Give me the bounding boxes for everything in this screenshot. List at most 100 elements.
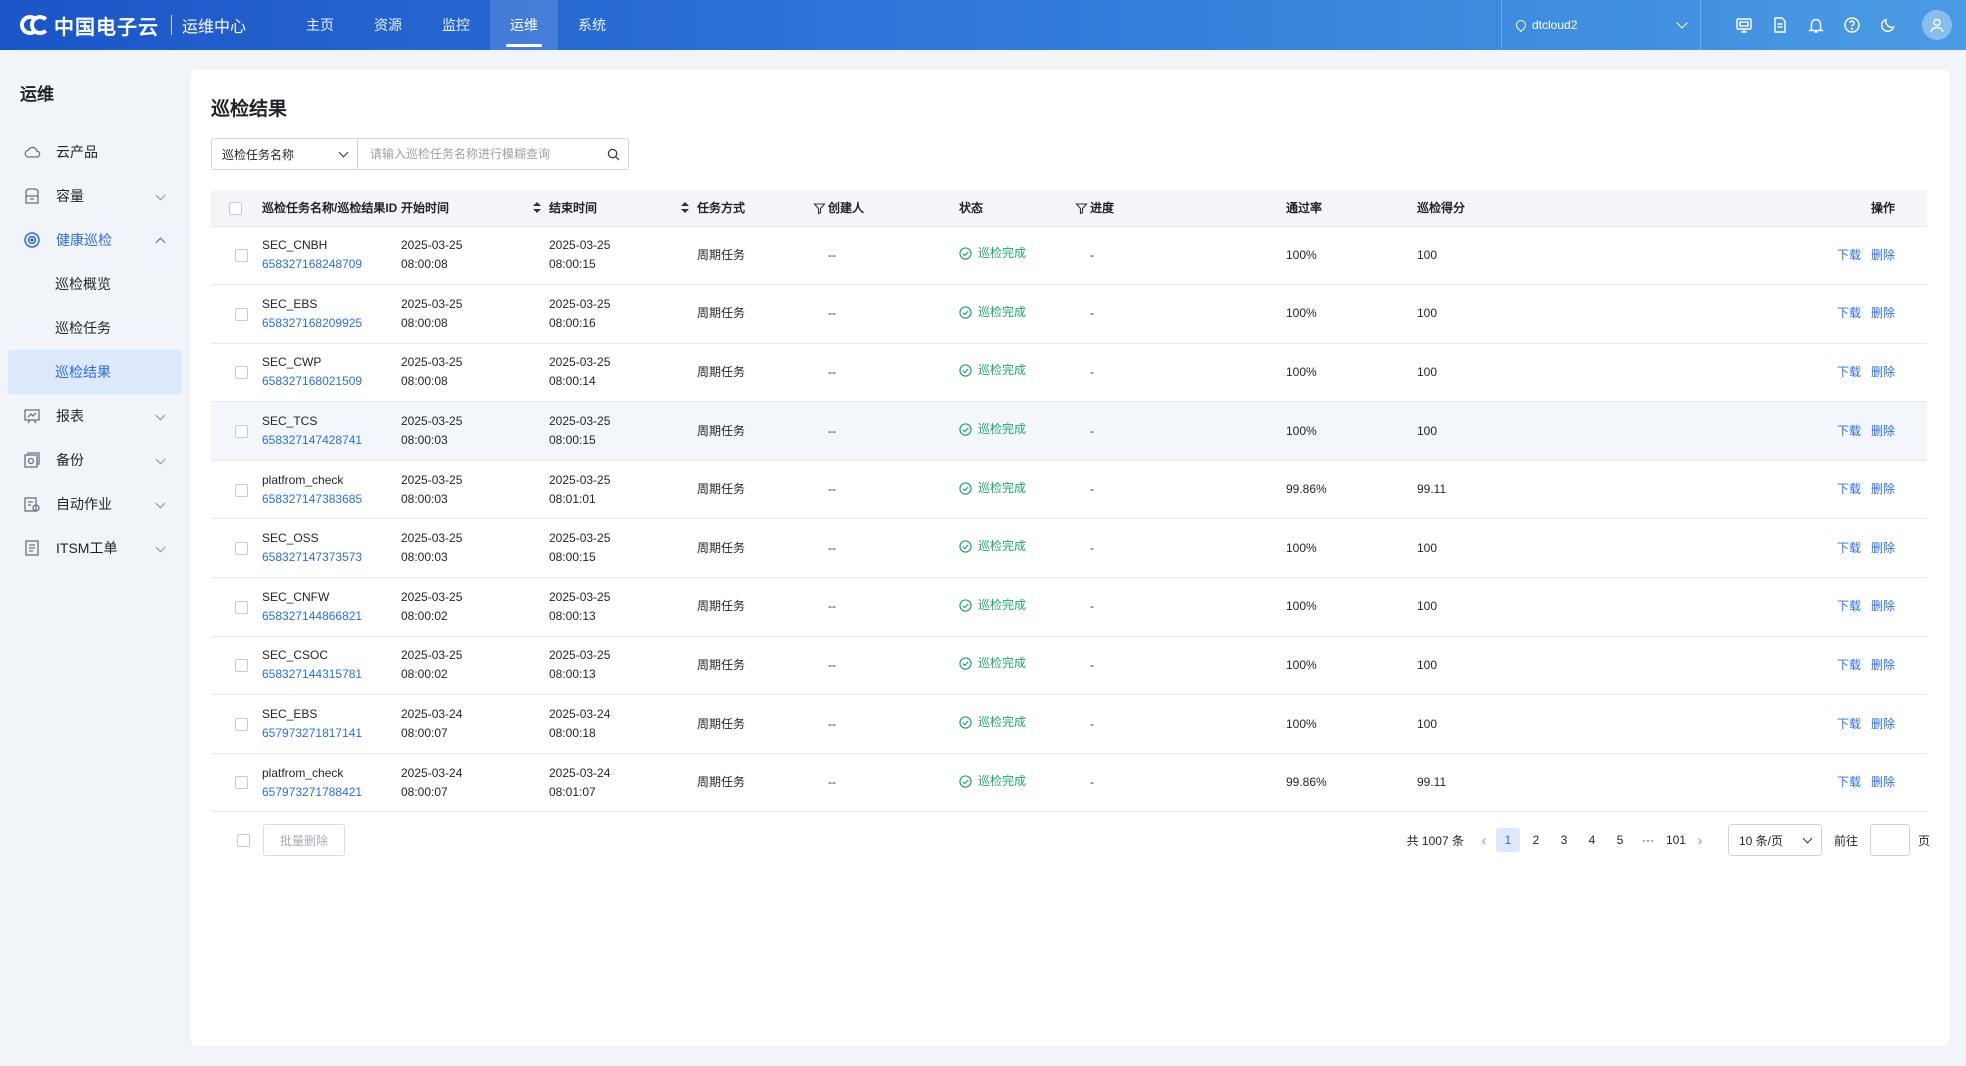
sort-icon[interactable]: [533, 202, 541, 214]
filter-icon[interactable]: [1075, 202, 1088, 215]
download-link[interactable]: 下载: [1837, 365, 1861, 379]
delete-link[interactable]: 删除: [1871, 306, 1895, 320]
page-ellipsis[interactable]: ···: [1636, 828, 1660, 852]
chevron-up-icon: [155, 237, 166, 248]
filter-icon[interactable]: [813, 202, 826, 215]
result-id-link[interactable]: 658327144315781: [262, 665, 401, 684]
page-button[interactable]: 101: [1664, 828, 1688, 852]
page-button[interactable]: 1: [1495, 828, 1520, 852]
result-id-link[interactable]: 658327147428741: [262, 431, 401, 450]
name-cell: SEC_TCS 658327147428741: [262, 401, 401, 461]
page-button[interactable]: 4: [1580, 828, 1604, 852]
goto-page-input[interactable]: [1869, 824, 1910, 856]
next-page-icon[interactable]: ›: [1690, 832, 1710, 848]
sidebar-item-itsm[interactable]: ITSM工单: [0, 526, 182, 570]
delete-link[interactable]: 删除: [1871, 424, 1895, 438]
start-time-cell: 2025-03-24 08:00:07: [401, 694, 549, 754]
document-icon[interactable]: [1762, 0, 1798, 50]
delete-link[interactable]: 删除: [1871, 775, 1895, 789]
result-id-link[interactable]: 657973271788421: [262, 783, 401, 802]
delete-link[interactable]: 删除: [1871, 365, 1895, 379]
download-link[interactable]: 下载: [1837, 775, 1861, 789]
sidebar-item-cloud-products[interactable]: 云产品: [0, 130, 182, 174]
row-checkbox[interactable]: [235, 600, 248, 614]
delete-link[interactable]: 删除: [1871, 248, 1895, 262]
search-input[interactable]: [358, 139, 598, 169]
sidebar-item-health-inspection[interactable]: 健康巡检: [0, 218, 182, 262]
column-header-mode[interactable]: 任务方式: [697, 190, 828, 227]
nav-system[interactable]: 系统: [558, 0, 626, 50]
brand-logo[interactable]: 中国电子云 运维中心: [0, 0, 246, 50]
sidebar-subitem-overview[interactable]: 巡检概览: [0, 262, 190, 306]
start-time: 08:00:08: [401, 374, 448, 389]
delete-link[interactable]: 删除: [1871, 599, 1895, 613]
region-selector[interactable]: dtcloud2: [1501, 0, 1701, 50]
row-select-cell: [211, 284, 262, 344]
sort-icon[interactable]: [681, 202, 689, 214]
status-text: 巡检完成: [978, 539, 1027, 554]
help-icon[interactable]: [1834, 0, 1870, 50]
table-row: SEC_CNFW 658327144866821 2025-03-25 08:00:0…: [211, 577, 1927, 637]
row-checkbox[interactable]: [235, 307, 248, 321]
result-id-link[interactable]: 658327168248709: [262, 255, 401, 274]
delete-link[interactable]: 删除: [1871, 717, 1895, 731]
sidebar-item-capacity[interactable]: 容量: [0, 174, 182, 218]
download-link[interactable]: 下载: [1837, 599, 1861, 613]
sidebar-item-backup[interactable]: 备份: [0, 438, 182, 482]
download-link[interactable]: 下载: [1837, 717, 1861, 731]
row-checkbox[interactable]: [235, 717, 248, 731]
row-checkbox[interactable]: [235, 424, 248, 438]
footer-select-all-checkbox[interactable]: [237, 834, 250, 847]
delete-link[interactable]: 删除: [1871, 482, 1895, 496]
end-date: 2025-03-25: [549, 238, 611, 253]
download-link[interactable]: 下载: [1837, 541, 1861, 555]
page-size-select[interactable]: 10 条/页: [1727, 824, 1822, 856]
row-checkbox[interactable]: [235, 659, 248, 673]
status-badge: 巡检完成: [959, 479, 1026, 498]
result-id-link[interactable]: 658327144866821: [262, 607, 401, 626]
batch-delete-button[interactable]: 批量删除: [263, 824, 345, 856]
delete-link[interactable]: 删除: [1871, 658, 1895, 672]
column-header-end-time[interactable]: 结束时间: [549, 190, 697, 227]
row-checkbox[interactable]: [235, 542, 248, 556]
row-checkbox[interactable]: [235, 483, 248, 497]
result-id-link[interactable]: 658327168209925: [262, 314, 401, 333]
download-link[interactable]: 下载: [1837, 424, 1861, 438]
moon-icon[interactable]: [1870, 0, 1906, 50]
delete-link[interactable]: 删除: [1871, 541, 1895, 555]
download-link[interactable]: 下载: [1837, 658, 1861, 672]
search-icon[interactable]: [598, 139, 628, 169]
sidebar-item-reports[interactable]: 报表: [0, 394, 182, 438]
nav-operations[interactable]: 运维: [490, 0, 559, 50]
sidebar-subitem-results[interactable]: 巡检结果: [8, 350, 182, 394]
row-select-cell: [211, 694, 262, 754]
row-checkbox[interactable]: [235, 776, 248, 790]
result-id-link[interactable]: 657973271817141: [262, 724, 401, 743]
nav-monitoring[interactable]: 监控: [422, 0, 490, 50]
bell-icon[interactable]: [1798, 0, 1834, 50]
page-button[interactable]: 3: [1552, 828, 1576, 852]
screen-icon[interactable]: [1726, 0, 1762, 50]
result-id-link[interactable]: 658327147383685: [262, 490, 401, 509]
result-id-link[interactable]: 658327168021509: [262, 372, 401, 391]
column-header-start-time[interactable]: 开始时间: [401, 190, 549, 227]
row-checkbox[interactable]: [235, 249, 248, 263]
nav-home[interactable]: 主页: [286, 0, 354, 50]
status-text: 巡检完成: [978, 656, 1027, 671]
column-header-status[interactable]: 状态: [959, 190, 1090, 227]
download-link[interactable]: 下载: [1837, 306, 1861, 320]
user-avatar[interactable]: [1922, 10, 1952, 40]
nav-resources[interactable]: 资源: [354, 0, 422, 50]
prev-page-icon[interactable]: ‹: [1474, 832, 1494, 848]
search-field-select[interactable]: 巡检任务名称: [212, 139, 358, 169]
sidebar-subitem-tasks[interactable]: 巡检任务: [0, 306, 190, 350]
download-link[interactable]: 下载: [1837, 482, 1861, 496]
download-link[interactable]: 下载: [1837, 248, 1861, 262]
select-all-checkbox[interactable]: [229, 201, 242, 215]
sidebar-item-automation[interactable]: 自动作业: [0, 482, 182, 526]
page-button[interactable]: 2: [1524, 828, 1548, 852]
table-body: SEC_CNBH 658327168248709 2025-03-25 08:00:0…: [211, 226, 1927, 813]
row-checkbox[interactable]: [235, 366, 248, 380]
page-button[interactable]: 5: [1608, 828, 1632, 852]
result-id-link[interactable]: 658327147373573: [262, 548, 401, 567]
